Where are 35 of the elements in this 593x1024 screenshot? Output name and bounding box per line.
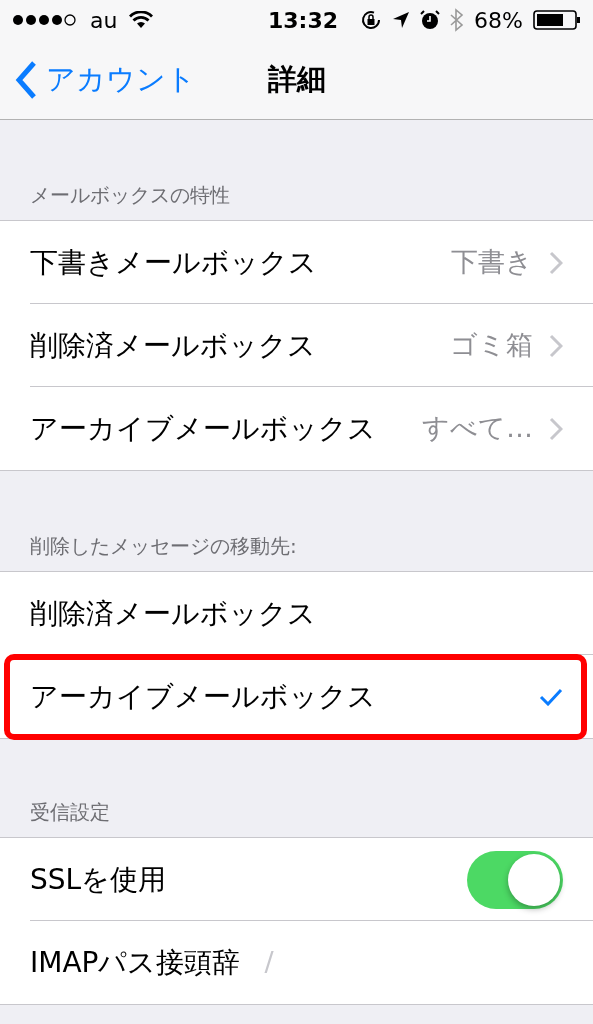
chevron-icon — [549, 333, 563, 358]
row-label: IMAPパス接頭辞 — [30, 944, 241, 981]
settings-row[interactable]: アーカイブメールボックス すべて… — [0, 387, 593, 470]
row-label: 削除済メールボックス — [30, 327, 316, 364]
wifi-icon — [129, 11, 154, 29]
toggle-switch[interactable] — [467, 850, 563, 909]
rotation-lock-icon — [360, 9, 383, 31]
bluetooth-icon — [450, 8, 465, 32]
signal-icon — [12, 13, 78, 27]
clock-time: 13:32 — [268, 6, 339, 35]
back-button[interactable]: アカウント — [14, 57, 196, 102]
row-label: 下書きメールボックス — [30, 244, 317, 281]
section-header: 削除したメッセージの移動先: — [30, 533, 297, 560]
row-label: 削除済メールボックス — [30, 595, 316, 632]
row-label: SSLを使用 — [30, 861, 167, 898]
row-label: アーカイブメールボックス — [30, 410, 376, 447]
settings-row[interactable]: 削除済メールボックス — [0, 572, 593, 655]
section-header: メールボックスの特性 — [30, 182, 230, 209]
nav-title: 詳細 — [268, 60, 326, 98]
settings-row[interactable]: アーカイブメールボックス — [0, 655, 593, 738]
chevron-icon — [549, 250, 563, 275]
section-header: 受信設定 — [30, 799, 110, 826]
row-value: 下書き — [451, 245, 533, 280]
carrier-name: au — [90, 6, 118, 35]
row-value: すべて… — [422, 411, 533, 446]
location-arrow-icon — [392, 11, 411, 29]
battery-percentage: 68% — [474, 6, 523, 35]
back-chevron-icon — [14, 59, 38, 100]
row-label: アーカイブメールボックス — [30, 678, 376, 715]
row-value: ゴミ箱 — [450, 328, 533, 363]
settings-row[interactable]: 削除済メールボックス ゴミ箱 — [0, 304, 593, 387]
battery-icon — [533, 10, 581, 30]
alarm-clock-icon — [420, 10, 441, 30]
settings-row[interactable]: 下書きメールボックス 下書き — [0, 221, 593, 304]
chevron-icon — [549, 416, 563, 441]
